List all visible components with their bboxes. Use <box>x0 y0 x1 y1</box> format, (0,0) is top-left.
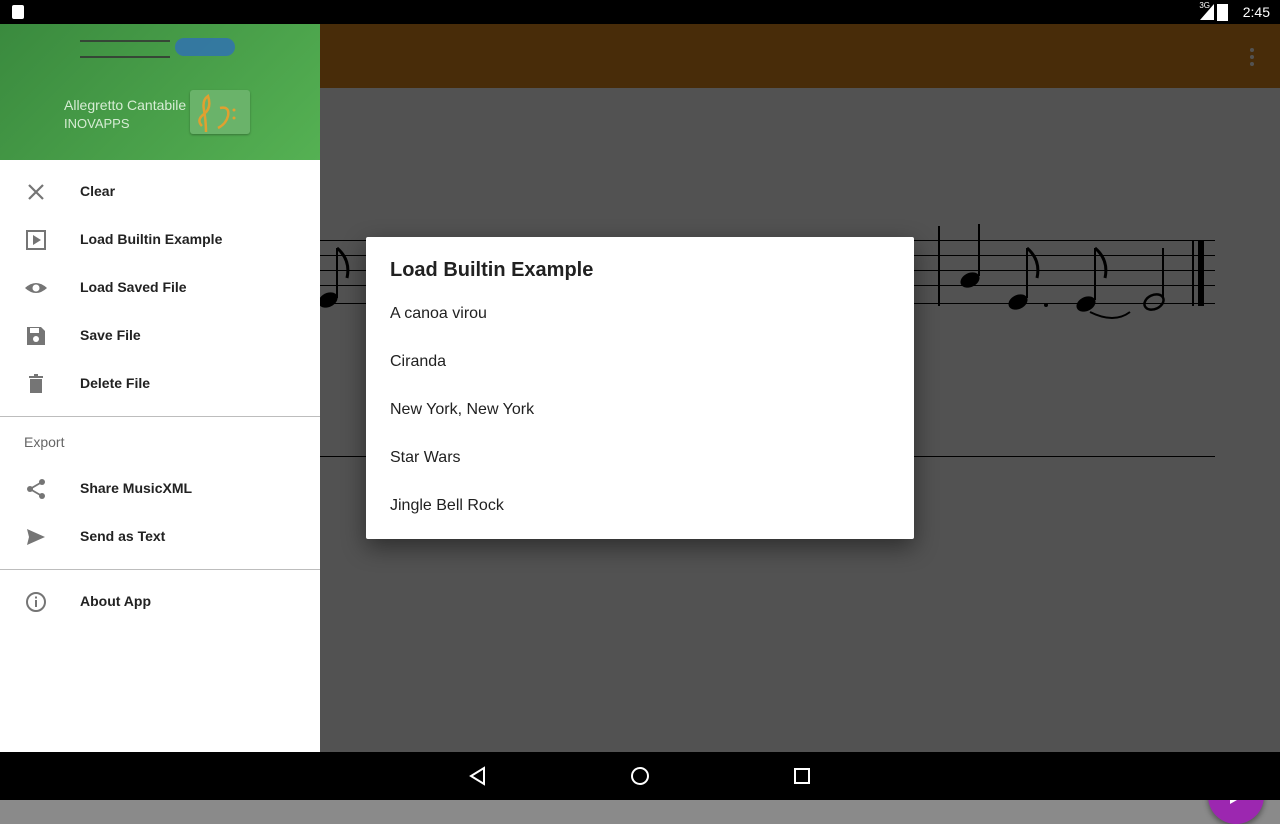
status-bar: 3G 2:45 <box>0 0 1280 24</box>
menu-item-about-app[interactable]: About App <box>0 578 320 626</box>
battery-icon <box>1217 4 1228 21</box>
menu-item-delete-file[interactable]: Delete File <box>0 360 320 408</box>
menu-item-label: Load Saved File <box>80 279 187 295</box>
dialog-option[interactable]: A canoa virou <box>366 291 914 339</box>
app-name: Allegretto Cantabile <box>64 97 187 113</box>
load-builtin-example-dialog: Load Builtin Example A canoa virou Ciran… <box>366 237 914 539</box>
menu-item-save-file[interactable]: Save File <box>0 312 320 360</box>
menu-item-label: Send as Text <box>80 528 166 544</box>
signal-icon <box>1200 4 1214 20</box>
menu-item-label: Save File <box>80 327 141 343</box>
government-logos <box>80 36 240 58</box>
share-icon <box>27 479 45 499</box>
back-icon[interactable] <box>466 764 490 788</box>
dialog-option[interactable]: Star Wars <box>366 435 914 483</box>
menu-item-load-saved-file[interactable]: Load Saved File <box>0 264 320 312</box>
info-icon <box>26 592 46 612</box>
eye-icon <box>25 283 47 293</box>
menu-item-label: Load Builtin Example <box>80 231 223 247</box>
send-icon <box>27 529 45 545</box>
menu-item-label: Share MusicXML <box>80 480 193 496</box>
system-navigation-bar <box>0 752 1280 800</box>
menu-item-label: Delete File <box>80 375 151 391</box>
home-icon[interactable] <box>628 764 652 788</box>
recents-icon[interactable] <box>790 764 814 788</box>
clock: 2:45 <box>1242 4 1270 20</box>
dialog-option[interactable]: Ciranda <box>366 339 914 387</box>
sd-card-icon <box>12 5 24 19</box>
trash-icon <box>29 374 43 393</box>
menu-item-label: Clear <box>80 183 116 199</box>
drawer-divider <box>0 416 320 417</box>
play-box-icon <box>26 230 46 250</box>
app-logo <box>190 90 250 134</box>
menu-item-share-musicxml[interactable]: Share MusicXML <box>0 465 320 513</box>
menu-item-clear[interactable]: Clear <box>0 168 320 216</box>
menu-item-load-builtin-example[interactable]: Load Builtin Example <box>0 216 320 264</box>
dialog-option[interactable]: New York, New York <box>366 387 914 435</box>
save-icon <box>27 327 45 345</box>
dialog-option[interactable]: Jingle Bell Rock <box>366 483 914 531</box>
drawer-divider <box>0 569 320 570</box>
menu-item-send-as-text[interactable]: Send as Text <box>0 513 320 561</box>
navigation-drawer: Allegretto Cantabile INOVAPPS Clear Load… <box>0 24 320 752</box>
drawer-header: Allegretto Cantabile INOVAPPS <box>0 24 320 160</box>
dialog-title: Load Builtin Example <box>390 259 594 281</box>
menu-item-label: About App <box>80 593 152 609</box>
close-icon <box>28 184 44 200</box>
export-section-header: Export <box>24 434 65 450</box>
app-organization: INOVAPPS <box>64 116 130 131</box>
